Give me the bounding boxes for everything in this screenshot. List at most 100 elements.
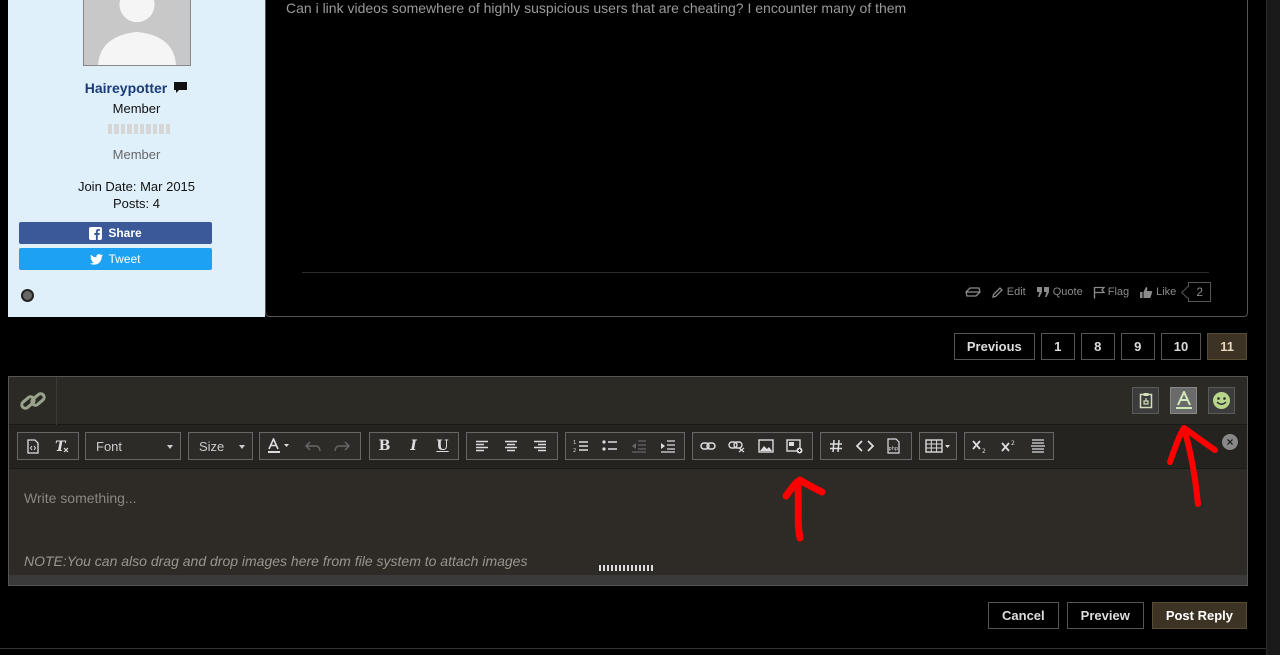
svg-text:2: 2	[1011, 440, 1015, 447]
page: Haireypotter Member Member Join Date: Ma…	[0, 0, 1280, 655]
tweet-label: Tweet	[108, 252, 141, 266]
like-action[interactable]: Like	[1139, 286, 1176, 299]
hashtag-button[interactable]	[821, 433, 850, 459]
source-document-icon	[26, 438, 39, 454]
remove-format-button[interactable]: T	[47, 433, 76, 459]
list-tools: 12	[565, 432, 685, 460]
eraser-icon	[965, 287, 981, 297]
clear-format-icon: T	[55, 439, 68, 454]
outdent-button[interactable]	[624, 433, 653, 459]
editor-header	[9, 377, 1247, 425]
page-button[interactable]: 9	[1120, 333, 1155, 360]
default-avatar-icon	[84, 0, 190, 65]
attachments-tab[interactable]	[1132, 387, 1159, 414]
underline-icon: U	[436, 438, 449, 454]
username-link[interactable]: Haireypotter	[85, 80, 167, 96]
horizontal-rule-button[interactable]	[1023, 433, 1052, 459]
script-tools: 2 2	[964, 432, 1054, 460]
facebook-icon	[89, 226, 103, 240]
bold-button[interactable]: B	[370, 433, 399, 459]
source-mode-button[interactable]	[18, 433, 47, 459]
post-count: Posts: 4	[113, 196, 160, 211]
media-tools	[692, 432, 813, 460]
quick-reply-action[interactable]	[965, 286, 981, 298]
like-label: Like	[1156, 286, 1177, 298]
redo-icon	[333, 441, 350, 452]
cancel-button[interactable]: Cancel	[988, 602, 1059, 629]
emoji-tab[interactable]	[1208, 387, 1235, 414]
svg-text:2: 2	[982, 448, 986, 453]
superscript-button[interactable]: 2	[994, 433, 1023, 459]
editor-resize-handle[interactable]	[599, 565, 654, 571]
unlink-button[interactable]	[722, 433, 751, 459]
video-embed-icon	[786, 438, 803, 453]
editor-placeholder: Write something...	[24, 490, 137, 506]
post-divider	[302, 272, 1209, 273]
current-page-button[interactable]: 11	[1207, 333, 1247, 360]
superscript-icon: 2	[1000, 440, 1015, 452]
flag-action[interactable]: Flag	[1093, 286, 1129, 299]
post-reply-button[interactable]: Post Reply	[1151, 602, 1247, 629]
previous-page-button[interactable]: Previous	[953, 333, 1035, 360]
indent-button[interactable]	[653, 433, 682, 459]
post-message: Can i link videos somewhere of highly su…	[286, 0, 907, 16]
editor-content-area[interactable]: Write something... NOTE:You can also dra…	[9, 469, 1247, 575]
link-icon	[19, 392, 46, 410]
insert-video-button[interactable]	[780, 433, 809, 459]
twitter-icon	[90, 253, 104, 265]
facebook-share-button[interactable]: Share	[19, 222, 212, 244]
page-scrollbar[interactable]	[1266, 0, 1280, 655]
thumbs-up-icon	[1140, 286, 1153, 298]
font-size-select[interactable]: Size	[188, 432, 253, 460]
subscript-button[interactable]: 2	[965, 433, 994, 459]
page-button[interactable]: 10	[1160, 333, 1202, 360]
link-icon	[699, 442, 716, 450]
font-family-select[interactable]: Font	[85, 432, 181, 460]
editor-bottom-bar	[9, 575, 1247, 585]
pencil-icon	[991, 286, 1003, 298]
underline-button[interactable]: U	[428, 433, 457, 459]
color-history-tools	[259, 432, 361, 460]
user-avatar[interactable]	[83, 0, 191, 66]
edit-action[interactable]: Edit	[991, 286, 1026, 299]
page-button[interactable]: 1	[1040, 333, 1075, 360]
align-left-button[interactable]	[467, 433, 496, 459]
indent-icon	[660, 440, 675, 453]
post-body: Can i link videos somewhere of highly su…	[265, 0, 1248, 317]
annotation-arrow-icon	[1167, 425, 1218, 507]
editor-mode-tabs	[1132, 387, 1235, 414]
bullet-list-button[interactable]	[595, 433, 624, 459]
insert-table-button[interactable]	[920, 433, 956, 459]
redo-button[interactable]	[327, 433, 356, 459]
bold-icon: B	[378, 438, 391, 454]
close-editor-icon[interactable]: ×	[1222, 434, 1238, 450]
align-right-button[interactable]	[525, 433, 554, 459]
editor-link-toggle[interactable]	[9, 377, 57, 425]
bullet-list-icon	[601, 440, 617, 451]
php-code-button[interactable]: php	[879, 433, 908, 459]
align-center-button[interactable]	[496, 433, 525, 459]
text-color-button[interactable]	[260, 433, 298, 459]
online-status-icon	[21, 289, 34, 302]
italic-button[interactable]: I	[399, 433, 428, 459]
text-formatting-tab[interactable]	[1170, 387, 1197, 414]
reply-editor: T Font Size B I U 1 2 php 2 2 × Write so…	[8, 376, 1248, 586]
insert-link-button[interactable]	[693, 433, 722, 459]
undo-button[interactable]	[298, 433, 327, 459]
table-icon	[925, 439, 950, 453]
code-button[interactable]	[850, 433, 879, 459]
quote-action[interactable]: Quote	[1036, 286, 1083, 298]
code-tools: php	[820, 432, 912, 460]
tweet-button[interactable]: Tweet	[19, 248, 212, 270]
insert-image-button[interactable]	[751, 433, 780, 459]
page-button[interactable]: 8	[1080, 333, 1115, 360]
flag-label: Flag	[1107, 286, 1130, 298]
preview-button[interactable]: Preview	[1066, 602, 1144, 629]
numbered-list-button[interactable]: 12	[566, 433, 595, 459]
flag-icon	[1093, 286, 1105, 298]
code-icon	[855, 440, 874, 452]
hash-icon	[829, 439, 842, 453]
svg-text:2: 2	[573, 448, 576, 453]
private-message-icon[interactable]	[173, 81, 188, 97]
annotation-arrow-icon	[782, 476, 826, 542]
